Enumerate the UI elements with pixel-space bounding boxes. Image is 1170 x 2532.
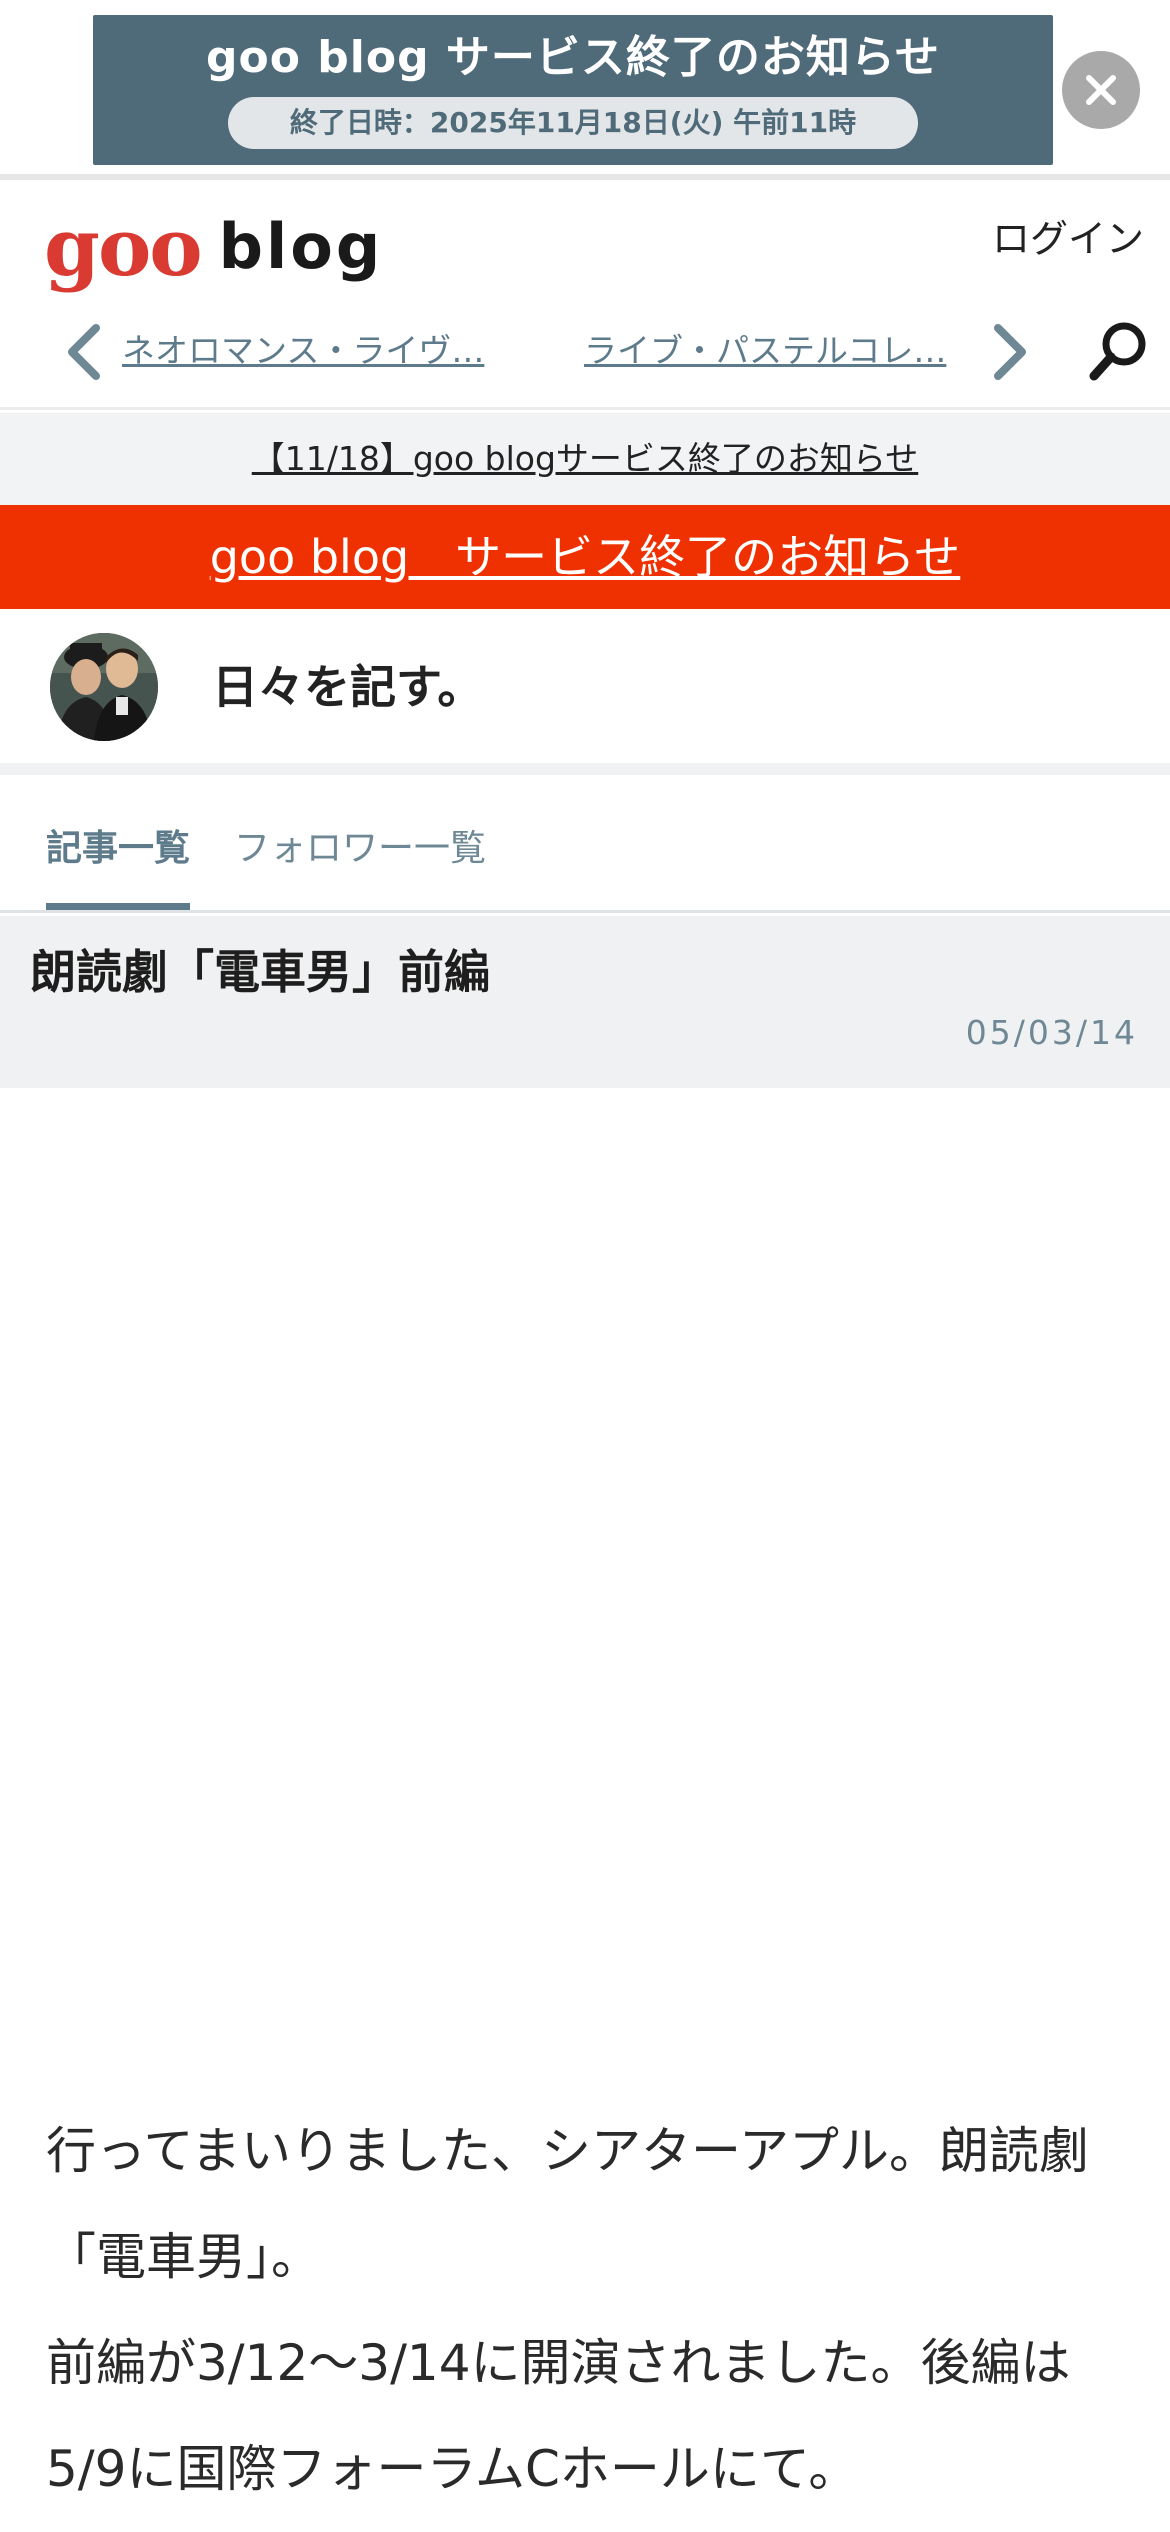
service-end-banner-image[interactable]: goo blog サービス終了のお知らせ 終了日時：2025年11月18日(火)… [93,15,1053,165]
tab-follower-list[interactable]: フォロワー一覧 [234,824,486,874]
chevron-left-icon[interactable] [58,322,114,382]
article-paragraph: 行ってまいりました、シアターアプル。朗読劇「電車男」。 [46,2122,1089,2286]
banner-end-date: 終了日時：2025年11月18日(火) 午前11時 [228,97,918,149]
search-icon[interactable] [1084,316,1154,386]
related-blog-nav: ネオロマンス・ライヴ… ライブ・パステルコレ… [0,306,1170,396]
nav-item-pastel-collection[interactable]: ライブ・パステルコレ… [584,328,946,374]
banner-title: goo blog サービス終了のお知らせ [205,32,940,83]
goo-blog-logo[interactable]: goo blog [44,202,383,292]
article-body: 行ってまいりました、シアターアプル。朗読劇「電車男」。 前編が3/12～3/14… [46,2098,1136,2522]
service-end-link[interactable]: goo blog サービス終了のお知らせ [210,530,961,584]
logo-blog-text: blog [218,210,384,283]
blog-header: 日々を記す。 [0,609,1170,775]
article-header: 朗読劇「電車男」前編 05/03/14 [0,916,1170,1088]
article-date: 05/03/14 [965,1013,1138,1052]
service-end-red-banner: goo blog サービス終了のお知らせ [0,505,1170,609]
article-title: 朗読劇「電車男」前編 [30,945,490,999]
blog-title[interactable]: 日々を記す。 [212,657,483,717]
login-link[interactable]: ログイン [992,214,1144,264]
chevron-right-icon[interactable] [980,322,1036,382]
close-icon[interactable] [1062,51,1140,129]
service-notice-link[interactable]: 【11/18】goo blogサービス終了のお知らせ [252,439,919,478]
avatar[interactable] [50,633,158,741]
service-notice-bar: 【11/18】goo blogサービス終了のお知らせ [0,413,1170,505]
article-paragraph: 前編が3/12～3/14に開演されました。後編は5/9に国際フォーラムCホールに… [46,2334,1071,2498]
logo-goo-text: goo [44,200,203,294]
active-tab-indicator [46,903,190,910]
blog-tabs: 記事一覧 フォロワー一覧 [0,790,1170,913]
nav-item-neoromance[interactable]: ネオロマンス・ライヴ… [122,328,484,374]
top-announcement-banner: goo blog サービス終了のお知らせ 終了日時：2025年11月18日(火)… [0,0,1170,180]
tab-article-list[interactable]: 記事一覧 [46,824,190,874]
site-header: goo blog ログイン ネオロマンス・ライヴ… ライブ・パステルコレ… [0,186,1170,410]
